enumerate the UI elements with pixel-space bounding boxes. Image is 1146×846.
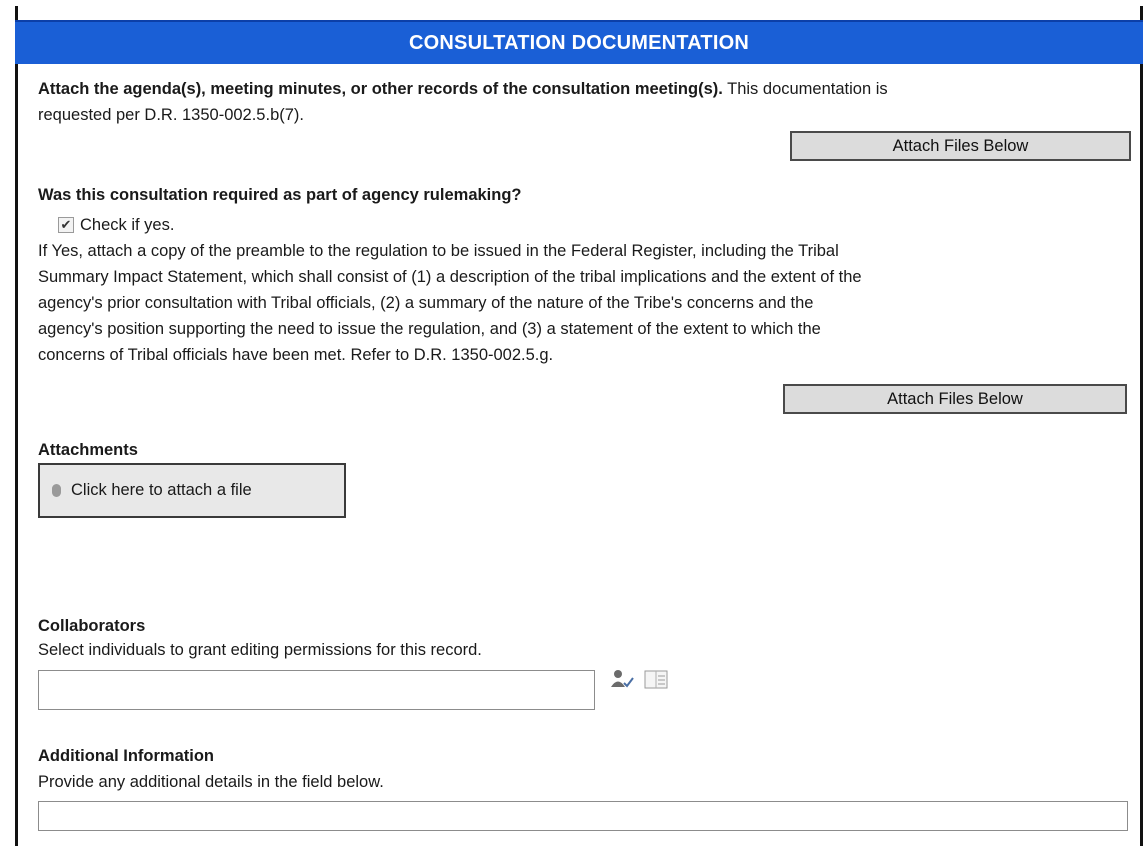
additional-info-help: Provide any additional details in the fi… <box>38 773 384 791</box>
additional-info-label: Additional Information <box>38 747 214 765</box>
rulemaking-question: Was this consultation required as part o… <box>38 186 522 204</box>
attach-file-label: Click here to attach a file <box>71 481 252 499</box>
attach-file-button[interactable]: Click here to attach a file <box>38 463 346 518</box>
attach-files-button-2[interactable]: Attach Files Below <box>783 384 1127 414</box>
collaborators-label: Collaborators <box>38 617 146 635</box>
additional-info-input[interactable] <box>38 801 1128 831</box>
preamble-line-1: If Yes, attach a copy of the preamble to… <box>38 242 839 260</box>
section-title: CONSULTATION DOCUMENTATION <box>409 31 749 54</box>
collaborators-input[interactable] <box>38 670 595 710</box>
records-instruction: Attach the agenda(s), meeting minutes, o… <box>38 76 1128 102</box>
collaborators-help: Select individuals to grant editing perm… <box>38 641 482 659</box>
preamble-line-5: concerns of Tribal officials have been m… <box>38 346 554 364</box>
preamble-line-4: agency's position supporting the need to… <box>38 320 821 338</box>
records-instruction-bold: Attach the agenda(s), meeting minutes, o… <box>38 80 723 98</box>
records-instruction-text: This documentation is <box>727 80 888 98</box>
preamble-line-3: agency's prior consultation with Tribal … <box>38 294 814 312</box>
attach-files-button-1[interactable]: Attach Files Below <box>790 131 1131 161</box>
preamble-line-2: Summary Impact Statement, which shall co… <box>38 268 862 286</box>
rulemaking-checkbox-label: Check if yes. <box>80 216 175 234</box>
rulemaking-checkbox[interactable]: ✔ <box>58 217 74 233</box>
records-instruction-ref: requested per D.R. 1350-002.5.b(7). <box>38 106 304 124</box>
section-header: CONSULTATION DOCUMENTATION <box>15 20 1143 64</box>
people-picker-icon[interactable] <box>610 668 634 695</box>
attachments-label: Attachments <box>38 441 138 459</box>
address-book-icon[interactable] <box>644 670 670 695</box>
paperclip-icon <box>52 484 61 497</box>
